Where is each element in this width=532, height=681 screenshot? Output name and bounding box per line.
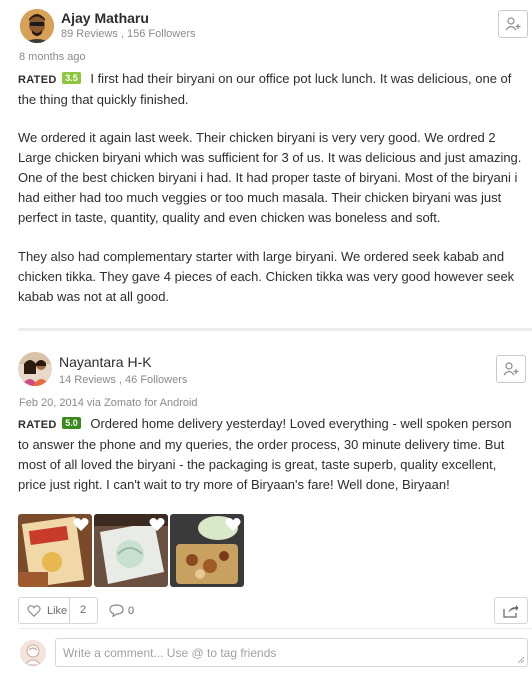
author-name[interactable]: Ajay Matharu — [61, 10, 149, 26]
rating-badge: 3.5 — [62, 72, 81, 84]
review-time: Feb 20, 2014 via Zomato for Android — [19, 397, 198, 409]
avatar[interactable] — [18, 352, 52, 386]
author-stats: 89 Reviews , 156 Followers — [61, 28, 196, 40]
comment-icon — [109, 604, 124, 617]
comment-input[interactable]: Write a comment... Use @ to tag friends — [55, 638, 528, 667]
actions-divider — [18, 628, 532, 629]
rated-label: RATED — [18, 419, 57, 431]
review-paragraph: They also had complementary starter with… — [18, 249, 515, 304]
current-user-avatar — [20, 640, 46, 666]
add-user-icon — [505, 17, 521, 31]
review-photo[interactable] — [170, 514, 244, 587]
review-photo[interactable] — [94, 514, 168, 587]
like-button[interactable]: Like 2 — [18, 597, 98, 624]
add-user-icon — [503, 362, 519, 376]
resize-handle-icon[interactable] — [517, 656, 525, 664]
like-label: Like — [47, 604, 68, 617]
heart-outline-icon — [27, 604, 41, 617]
avatar-photo — [18, 352, 52, 386]
like-separator — [69, 598, 70, 623]
default-user-icon — [20, 640, 46, 666]
review-text-first: RATED 3.5 I first had their biryani on o… — [18, 69, 524, 110]
review-paragraph: Ordered home delivery yesterday! Loved e… — [18, 416, 512, 492]
rated-label: RATED — [18, 74, 57, 86]
avatar-photo — [20, 9, 54, 43]
share-button[interactable] — [494, 597, 528, 624]
review-paragraph: We ordered it again last week. Their chi… — [18, 130, 522, 225]
follow-button[interactable] — [496, 355, 526, 383]
heart-icon[interactable] — [73, 517, 89, 532]
like-count: 2 — [80, 604, 87, 616]
rating-badge: 5.0 — [62, 417, 81, 429]
comment-count: 0 — [128, 604, 135, 617]
author-stats: 14 Reviews , 46 Followers — [59, 374, 188, 386]
review-divider — [18, 328, 532, 331]
comment-placeholder: Write a comment... Use @ to tag friends — [63, 646, 277, 660]
avatar[interactable] — [20, 9, 54, 43]
follow-button[interactable] — [498, 10, 528, 38]
review-photo[interactable] — [18, 514, 92, 587]
heart-icon[interactable] — [225, 517, 241, 532]
review-time: 8 months ago — [19, 51, 86, 63]
review-text-first: RATED 5.0 Ordered home delivery yesterda… — [18, 414, 524, 495]
review-paragraph: I first had their biryani on our office … — [18, 71, 512, 107]
review-card: Ajay Matharu 89 Reviews , 156 Followers … — [0, 0, 532, 330]
heart-icon[interactable] — [149, 517, 165, 532]
share-icon — [503, 604, 519, 618]
author-name[interactable]: Nayantara H-K — [59, 354, 152, 370]
comment-count-button[interactable]: 0 — [104, 597, 144, 624]
